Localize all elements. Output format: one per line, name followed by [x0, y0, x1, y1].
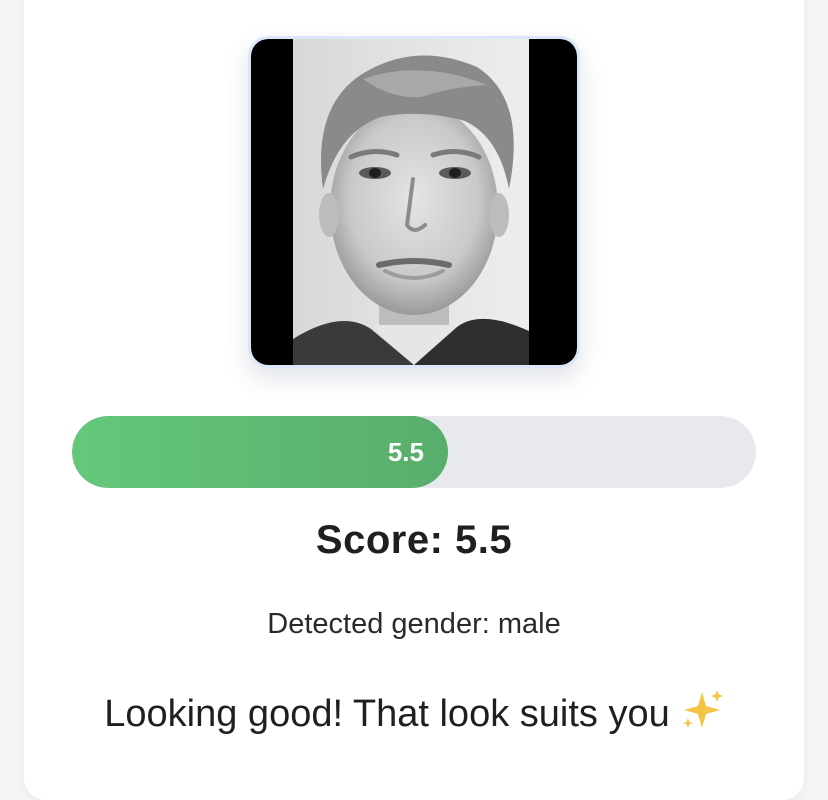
score-progress-label: 5.5 — [387, 437, 424, 467]
score-progress-fill: 5.5 — [72, 416, 448, 488]
result-message: Looking good! That look suits you — [0, 688, 828, 740]
result-message-text: Looking good! That look suits you — [104, 693, 670, 735]
score-heading: Score: 5.5 — [315, 518, 513, 562]
face-photo-image — [251, 39, 577, 365]
uploaded-photo — [248, 36, 580, 368]
score-progress-bar: 5.5 — [72, 416, 756, 488]
detected-gender-text: Detected gender: male — [267, 608, 561, 640]
sparkles-icon — [680, 688, 724, 740]
